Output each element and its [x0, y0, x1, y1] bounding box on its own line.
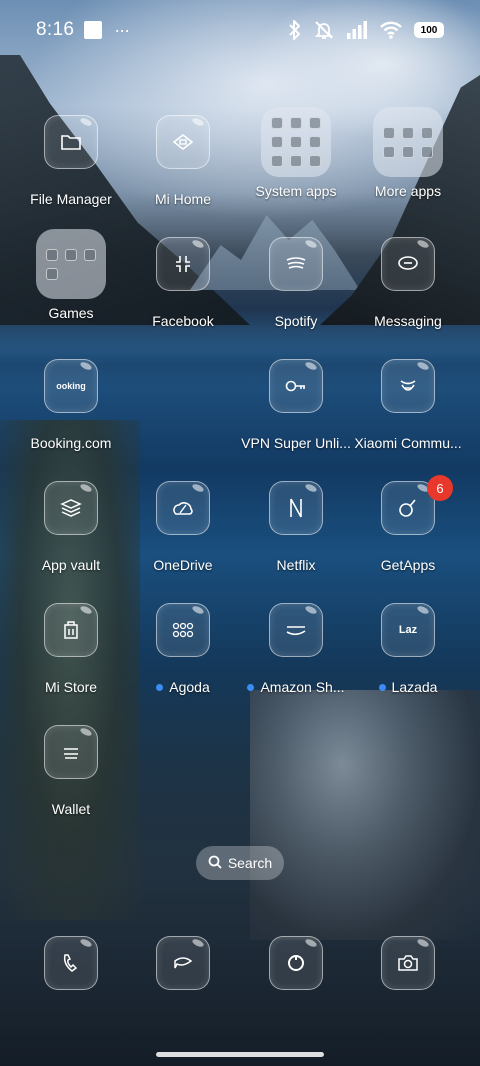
home-indicator[interactable] [156, 1052, 324, 1057]
message-icon [381, 237, 435, 291]
spotify-icon [269, 237, 323, 291]
folder-games[interactable]: Games [15, 229, 127, 321]
wallpaper-rocks-right [250, 690, 480, 940]
app-label: File Manager [30, 191, 112, 207]
wifi-icon [380, 21, 402, 39]
app-label: More apps [374, 183, 442, 199]
app-amazon-shopping[interactable]: Amazon Sh... [240, 595, 352, 695]
folder-system-apps[interactable]: System apps [240, 107, 352, 199]
app-wallet[interactable]: Wallet [15, 717, 127, 817]
app-mi-store[interactable]: Mi Store [15, 595, 127, 695]
notification-badge: 6 [427, 475, 453, 501]
dock-messages[interactable] [127, 928, 239, 1006]
more-notifications-icon: ··· [114, 19, 130, 40]
app-label: Facebook [152, 313, 214, 329]
app-label: Xiaomi Commu... [354, 435, 462, 451]
signal-icon [346, 21, 368, 39]
app-label: App vault [41, 557, 101, 573]
dock-camera[interactable] [352, 928, 464, 1006]
app-label: Agoda [127, 679, 239, 695]
xiaomi-community-icon [381, 359, 435, 413]
app-label: System apps [255, 183, 337, 199]
app-facebook[interactable]: Facebook [127, 229, 239, 329]
app-label: Mi Home [154, 191, 211, 207]
search-icon [208, 855, 222, 872]
folder-icon [44, 115, 98, 169]
clock: 8:16 [36, 19, 75, 40]
folder-icon [36, 229, 106, 299]
mi-home-icon [156, 115, 210, 169]
app-lazada[interactable]: Laz Lazada [352, 595, 464, 695]
app-netflix[interactable]: Netflix [240, 473, 352, 573]
facebook-icon [156, 237, 210, 291]
bluetooth-icon [288, 20, 302, 40]
browser-icon [269, 936, 323, 990]
new-app-dot [378, 683, 386, 691]
search-label: Search [227, 855, 273, 871]
app-vpn-super[interactable]: VPN Super Unli... [240, 351, 352, 451]
app-label: Lazada [352, 679, 464, 695]
new-app-dot [247, 683, 255, 691]
app-label: Games [48, 305, 94, 321]
app-label: VPN Super Unli... [241, 435, 351, 451]
netflix-icon [269, 481, 323, 535]
app-label: Wallet [51, 801, 91, 817]
folder-icon [261, 107, 331, 177]
app-booking[interactable]: ooking Booking.com [15, 351, 127, 451]
app-label: GetApps [380, 557, 436, 573]
dock-phone[interactable] [15, 928, 127, 1006]
app-file-manager[interactable]: File Manager [15, 107, 127, 207]
app-label: OneDrive [153, 557, 213, 573]
app-label: Messaging [374, 313, 442, 329]
mute-bell-icon [314, 20, 334, 40]
app-onedrive[interactable]: OneDrive [127, 473, 239, 573]
app-messaging[interactable]: Messaging [352, 229, 464, 329]
booking-icon: ooking [44, 359, 98, 413]
phone-icon [44, 936, 98, 990]
lazada-icon: Laz [381, 603, 435, 657]
app-xiaomi-community[interactable]: Xiaomi Commu... [352, 351, 464, 451]
app-spotify[interactable]: Spotify [240, 229, 352, 329]
app-label: Booking.com [30, 435, 112, 451]
app-getapps[interactable]: 6 GetApps [352, 473, 464, 573]
folder-icon [373, 107, 443, 177]
app-agoda[interactable]: Agoda [127, 595, 239, 695]
search-button[interactable]: Search [196, 846, 284, 880]
status-bar: 8:16 ··· 100 [0, 0, 480, 60]
folder-more-apps[interactable]: More apps [352, 107, 464, 199]
mi-store-icon [44, 603, 98, 657]
app-label: Spotify [274, 313, 318, 329]
app-app-vault[interactable]: App vault [15, 473, 127, 573]
messages-icon [156, 936, 210, 990]
new-app-dot [156, 683, 164, 691]
onedrive-icon [156, 481, 210, 535]
app-label: Amazon Sh... [240, 679, 352, 695]
notification-square-icon [84, 21, 103, 39]
app-label: Netflix [276, 557, 316, 573]
camera-icon [381, 936, 435, 990]
app-mi-home[interactable]: Mi Home [127, 107, 239, 207]
dock-browser[interactable] [240, 928, 352, 1006]
agoda-icon [156, 603, 210, 657]
key-icon [269, 359, 323, 413]
battery-indicator: 100 [414, 22, 444, 38]
app-label: Mi Store [44, 679, 98, 695]
wallet-icon [44, 725, 98, 779]
amazon-icon [269, 603, 323, 657]
app-vault-icon [44, 481, 98, 535]
